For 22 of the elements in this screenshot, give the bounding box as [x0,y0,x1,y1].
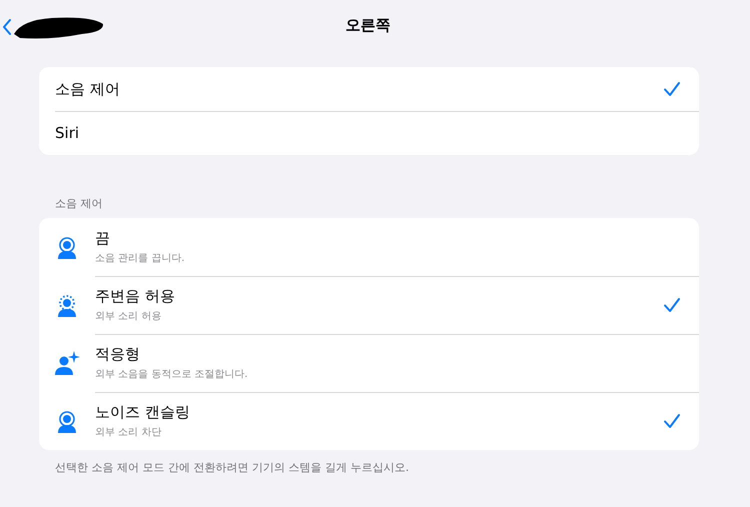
person-sparkle-icon [54,350,80,376]
footer-note: 선택한 소음 제어 모드 간에 전환하려면 기기의 스템을 길게 누르십시오. [55,460,409,475]
mode-subtitle: 외부 소리 차단 [95,426,162,439]
option-row[interactable]: Siri [39,111,699,155]
mode-row[interactable]: 적응형 외부 소음을 동적으로 조절합니다. [39,334,699,392]
mode-row[interactable]: 주변음 허용 외부 소리 허용 [39,276,699,334]
mode-row[interactable]: 노이즈 캔슬링 외부 소리 차단 [39,392,699,450]
mode-title[interactable]: 주변음 허용 [95,287,175,306]
mode-subtitle: 외부 소리 허용 [95,310,162,323]
section-header: 소음 제어 [55,196,102,211]
mode-title[interactable]: 적응형 [95,345,140,364]
person-ring-icon [55,234,79,260]
mode-subtitle: 외부 소음을 동적으로 조절합니다. [95,368,248,381]
page-title: 오른쪽 [346,16,390,34]
mode-title[interactable]: 끔 [95,229,110,248]
option-row[interactable]: 소음 제어 [39,67,699,111]
mode-subtitle: 소음 관리를 끕니다. [95,252,185,265]
mode-title[interactable]: 노이즈 캔슬링 [95,403,190,422]
back-chevron-icon[interactable] [2,18,12,36]
person-ring-icon [55,408,79,434]
person-dotted-ring-icon [55,292,79,318]
mode-row[interactable]: 끔 소음 관리를 끕니다. [39,218,699,276]
